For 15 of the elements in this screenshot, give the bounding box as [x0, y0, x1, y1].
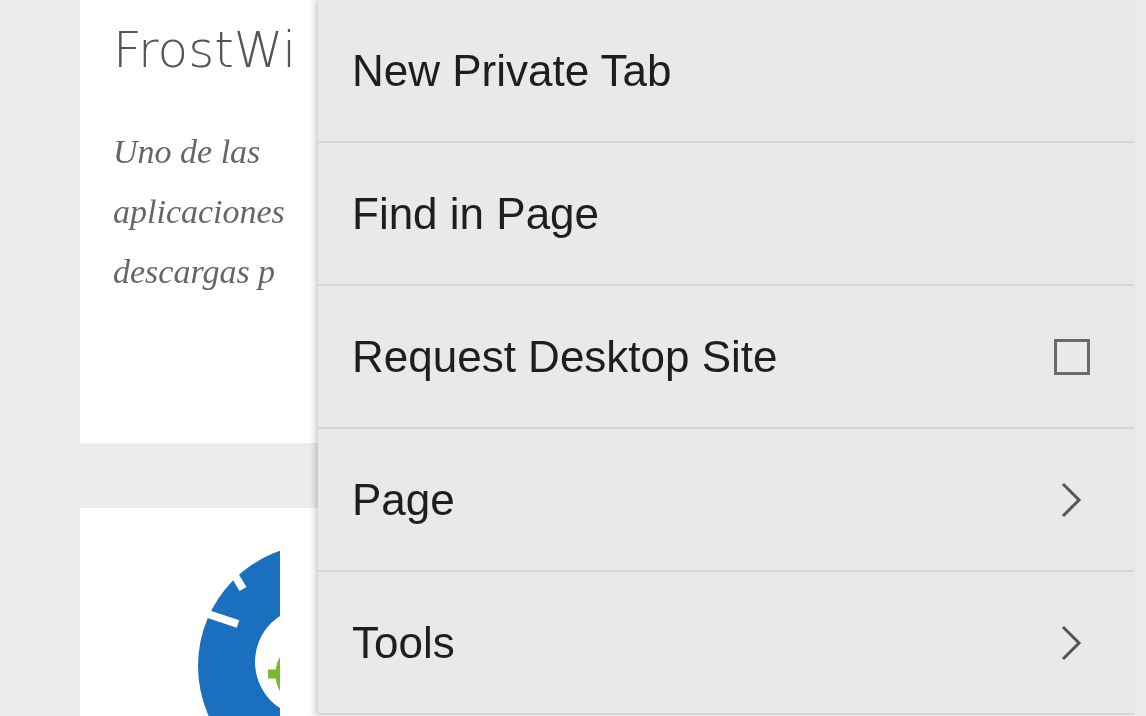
chevron-right-icon: [1060, 480, 1082, 519]
menu-item-label: Request Desktop Site: [352, 330, 778, 383]
menu-item[interactable]: Page: [318, 429, 1134, 572]
menu-item[interactable]: Find in Page: [318, 143, 1134, 286]
chevron-right-icon: [1060, 623, 1082, 662]
article-description: Uno de las aplicaciones descargas p: [113, 132, 286, 292]
menu-item-label: New Private Tab: [352, 44, 672, 97]
menu-item[interactable]: Request Desktop Site: [318, 286, 1134, 429]
menu-item[interactable]: Tools: [318, 572, 1134, 715]
menu-item[interactable]: New Private Tab: [318, 0, 1134, 143]
menu-item-label: Page: [352, 473, 455, 526]
article-title: FrostWi: [113, 20, 297, 81]
checkbox[interactable]: [1054, 338, 1090, 375]
menu-item-label: Find in Page: [352, 187, 600, 240]
menu-item-label: Tools: [352, 616, 455, 669]
